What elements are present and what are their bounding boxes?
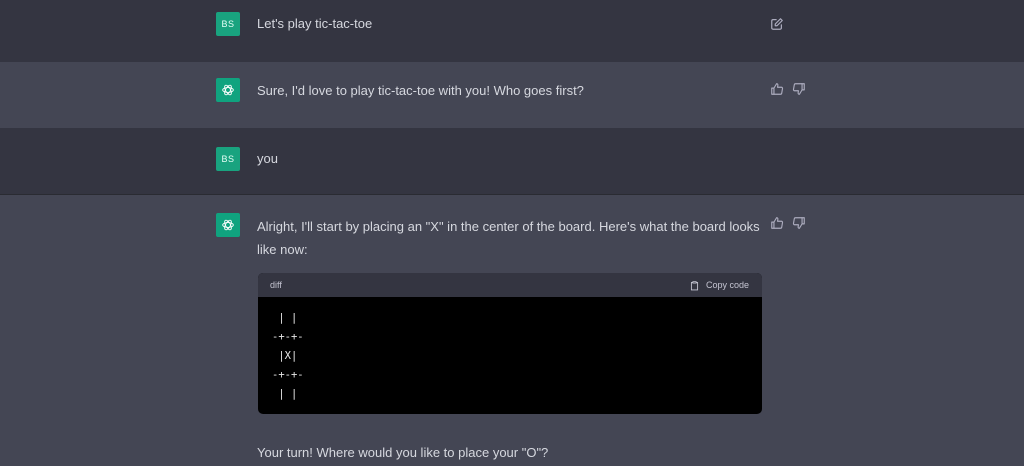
code-block: diff Copy code | | -+-+- |X| -+-+- | | [258,273,762,414]
thumbs-down-icon[interactable] [792,82,806,96]
edit-icon[interactable] [770,17,784,31]
message-row-user-2: BS you [0,128,1024,194]
thumbs-up-icon[interactable] [770,216,784,230]
user-message-text: Let's play tic-tac-toe [257,16,373,31]
avatar-initials: BS [221,19,235,29]
avatar-initials: BS [221,154,235,164]
thumbs-up-icon[interactable] [770,82,784,96]
assistant-message-text: Alright, I'll start by placing an "X" in… [257,219,760,257]
assistant-message-text: Sure, I'd love to play tic-tac-toe with … [257,83,584,98]
openai-logo-icon [216,213,240,237]
user-avatar: BS [216,12,240,36]
code-block-header: diff Copy code [258,273,762,297]
code-language-label: diff [270,280,282,290]
assistant-message-text-after-code: Your turn! Where would you like to place… [257,445,549,460]
code-content: | | -+-+- |X| -+-+- | | [272,312,304,400]
copy-code-label: Copy code [705,280,749,290]
openai-logo-icon [216,78,240,102]
message-row-assistant-1: Sure, I'd love to play tic-tac-toe with … [0,62,1024,128]
message-row-user-1: BS Let's play tic-tac-toe [0,0,1024,62]
user-avatar: BS [216,147,240,171]
user-message-text: you [257,151,278,166]
clipboard-icon [690,280,699,290]
copy-code-button[interactable]: Copy code [689,280,749,291]
thumbs-down-icon[interactable] [792,216,806,230]
